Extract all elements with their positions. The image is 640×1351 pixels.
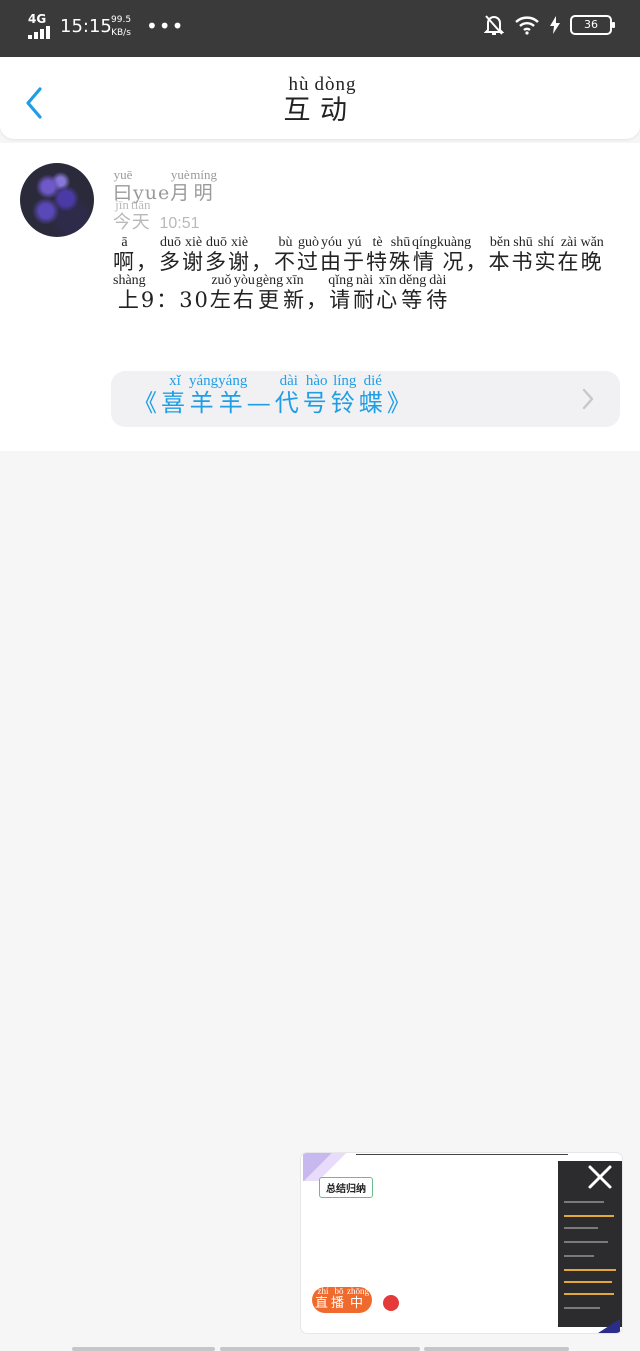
ruby-char: 特tè xyxy=(366,235,389,274)
speed-value: 99.5 xyxy=(111,15,132,25)
nav-indicator xyxy=(424,1347,569,1351)
battery-icon: 36 xyxy=(570,15,615,35)
ruby-char: 右yòu xyxy=(232,273,256,312)
more-notifications-icon: ••• xyxy=(146,14,185,38)
ruby-char: 代dài xyxy=(274,373,303,417)
ruby-char: 上shàng xyxy=(113,273,146,312)
live-stream-window[interactable]: 总结归纳 直zhí播bō中zhōng xyxy=(301,1153,622,1333)
ruby-char: 左zuǒ xyxy=(209,273,233,312)
ruby-char: 待dài xyxy=(426,273,450,312)
close-icon[interactable] xyxy=(586,1163,614,1191)
ruby-char: 心xīn xyxy=(376,273,400,312)
chevron-right-icon xyxy=(582,388,594,410)
network-speed: 99.5 KB/s xyxy=(111,14,131,40)
live-status-badge: 直zhí播bō中zhōng xyxy=(312,1286,372,1313)
plain-text: ， xyxy=(251,250,274,274)
time-value: 10:51 xyxy=(159,215,200,232)
divider xyxy=(356,1154,568,1155)
book-title: 《喜xǐ羊yáng羊yáng—代dài号hào铃líng蝶dié》 xyxy=(133,373,415,429)
message-text: 啊ā，多duō谢xiè多duō谢xiè，不bù过guò由yóu于yú特tè殊sh… xyxy=(113,235,618,319)
ruby-char: 天tiān xyxy=(131,197,151,233)
ruby-char: 耐nài xyxy=(353,273,377,312)
ruby-char: 不bù xyxy=(274,235,297,274)
live-slide-title: 总结归纳 xyxy=(319,1177,373,1198)
ruby-char: 动dòng xyxy=(314,74,357,126)
ruby-char: 本běn xyxy=(488,235,512,274)
ruby-char: 羊yáng xyxy=(218,373,248,417)
status-bar: 4G 15:15 99.5 KB/s ••• 36 xyxy=(0,0,640,57)
time-label: 今jīn天tiān xyxy=(113,197,151,233)
ruby-char: 谢xiè xyxy=(182,235,205,274)
ruby-char: 播bō xyxy=(331,1286,348,1311)
recording-dot-icon xyxy=(383,1295,399,1311)
status-icons: 36 xyxy=(484,14,615,36)
ruby-char: 新xīn xyxy=(283,273,307,312)
mute-bell-icon xyxy=(484,15,504,35)
ruby-char: 今jīn xyxy=(113,197,131,233)
ruby-char: 更gèng xyxy=(255,273,284,312)
charging-icon xyxy=(550,16,560,34)
ruby-char: 殊shū xyxy=(389,235,412,274)
ruby-char: 实shí xyxy=(534,235,558,274)
ruby-char: 等děng xyxy=(399,273,427,312)
ruby-char: 铃líng xyxy=(330,373,359,417)
ruby-char: 中zhōng xyxy=(347,1286,370,1311)
timestamp: 今jīn天tiān 10:51 xyxy=(113,197,200,237)
ruby-char: 互hù xyxy=(283,74,315,126)
avatar[interactable] xyxy=(20,163,94,237)
wifi-icon xyxy=(515,16,539,35)
plain-text: 9：30 xyxy=(140,288,210,312)
nav-indicator xyxy=(72,1347,215,1351)
ruby-char: 况kuàng xyxy=(436,235,472,274)
speed-unit: KB/s xyxy=(111,28,131,38)
ruby-char: 啊ā xyxy=(113,235,136,274)
ruby-char: 直zhí xyxy=(314,1286,331,1311)
ruby-char: 号hào xyxy=(302,373,331,417)
book-link-button[interactable]: 《喜xǐ羊yáng羊yáng—代dài号hào铃líng蝶dié》 xyxy=(111,371,620,427)
ruby-char: 在zài xyxy=(557,235,581,274)
ruby-char: 由yóu xyxy=(320,235,343,274)
plain-text: ， xyxy=(306,288,330,312)
page-title: 互hù动dòng xyxy=(0,74,640,134)
ruby-char: 喜xǐ xyxy=(161,373,189,417)
top-nav-bar: 互hù动dòng xyxy=(0,57,640,139)
plain-text: — xyxy=(246,389,275,417)
plain-text: ， xyxy=(136,250,159,274)
comment-card: 曰yuēyue月yuè明míng 今jīn天tiān 10:51 啊ā，多duō… xyxy=(0,143,640,451)
plain-text: ， xyxy=(465,250,489,274)
ruby-char: 过guò xyxy=(297,235,320,274)
ruby-char: 情qíng xyxy=(412,235,437,274)
ruby-char: 书shū xyxy=(511,235,535,274)
ruby-char: 多duō xyxy=(205,235,228,274)
plain-text: 《 xyxy=(133,389,161,417)
ruby-char: 羊yáng xyxy=(189,373,219,417)
signal-icon xyxy=(28,26,50,39)
ruby-char: 蝶dié xyxy=(358,373,387,417)
ruby-char: 多duō xyxy=(159,235,182,274)
ruby-char: 于yú xyxy=(343,235,366,274)
clock: 15:15 xyxy=(60,16,112,37)
corner-decoration xyxy=(598,1319,620,1333)
ruby-char: 请qǐng xyxy=(328,273,354,312)
network-type: 4G xyxy=(28,12,47,26)
nav-indicator xyxy=(220,1347,420,1351)
plain-text: 》 xyxy=(386,389,415,417)
ruby-char: 谢xiè xyxy=(228,235,251,274)
ruby-char: 晚wǎn xyxy=(580,235,604,274)
